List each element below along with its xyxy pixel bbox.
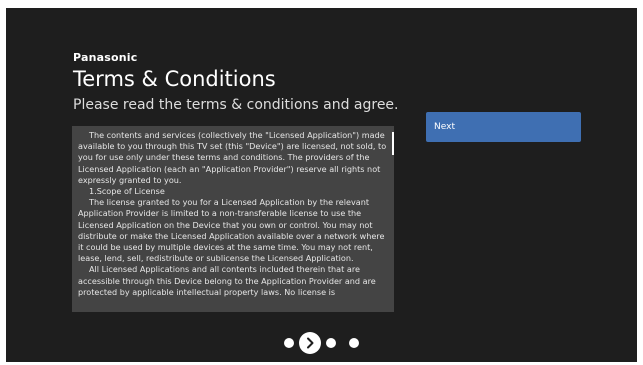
terms-text: The contents and services (collectively … <box>78 130 390 298</box>
terms-scroll-area[interactable]: The contents and services (collectively … <box>72 126 394 312</box>
brand-logo: Panasonic <box>73 51 138 64</box>
page-dot <box>349 338 359 348</box>
terms-paragraph: The contents and services (collectively … <box>78 130 387 185</box>
page-title: Terms & Conditions <box>73 67 276 91</box>
page-indicator <box>284 332 359 354</box>
terms-section-heading: 1.Scope of License <box>89 186 165 197</box>
chevron-right-icon[interactable] <box>299 332 321 354</box>
scrollbar-thumb[interactable] <box>392 132 394 155</box>
chevron-right-glyph <box>307 337 314 349</box>
page-dot <box>326 338 336 348</box>
tv-screen: Panasonic Terms & Conditions Please read… <box>6 8 637 362</box>
page-dot <box>284 338 294 348</box>
page-subtitle: Please read the terms & conditions and a… <box>73 97 399 113</box>
terms-paragraph: The license granted to you for a License… <box>78 197 385 264</box>
terms-scrollbar[interactable] <box>391 126 394 312</box>
terms-paragraph: All Licensed Applications and all conten… <box>78 264 376 297</box>
next-button[interactable]: Next <box>426 112 581 142</box>
